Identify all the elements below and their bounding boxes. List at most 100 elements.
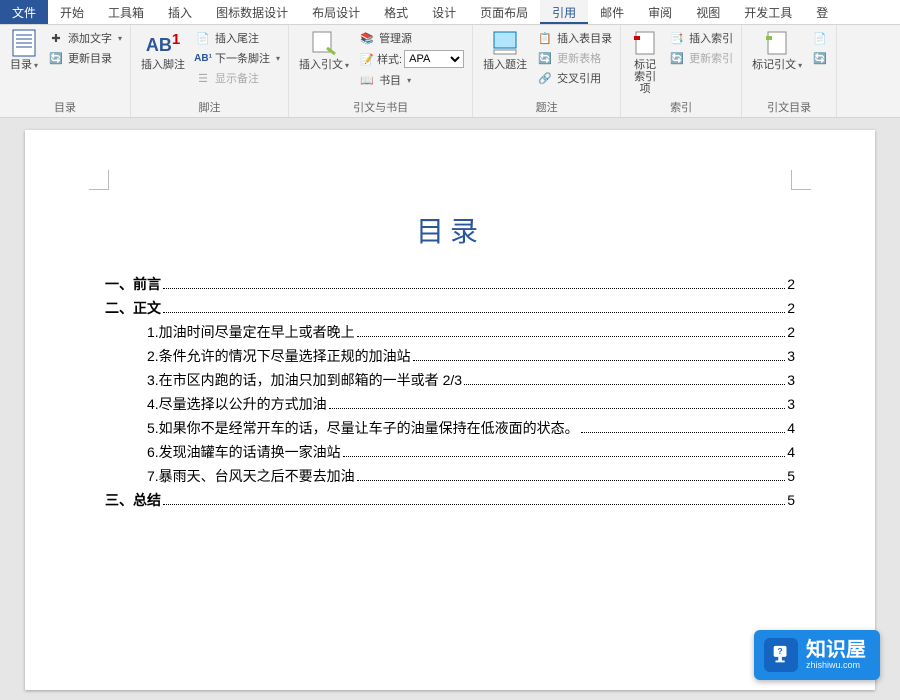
tab-pagelayout[interactable]: 页面布局 [468, 0, 540, 24]
style-icon: 📝 [359, 51, 375, 67]
toc-entry[interactable]: 7.暴雨天、台风天之后不要去加油5 [105, 466, 795, 486]
badge-icon: ? [764, 638, 798, 672]
menu-bar: 文件 开始 工具箱 插入 图标数据设计 布局设计 格式 设计 页面布局 引用 邮… [0, 0, 900, 25]
citation-style-select[interactable]: 📝样式: APA [357, 49, 466, 69]
document-title: 目录 [105, 210, 795, 250]
mark-citation-button[interactable]: 标记引文▾ [748, 27, 806, 73]
bibliography-button[interactable]: 📖书目▾ [357, 71, 466, 89]
next-footnote-button[interactable]: AB¹下一条脚注▾ [193, 49, 282, 67]
tab-layoutdesign[interactable]: 布局设计 [300, 0, 372, 24]
toc-entry-page: 2 [787, 324, 795, 340]
group-toa: 标记引文▾ 📄 🔄 引文目录 [742, 25, 837, 117]
toc-entry[interactable]: 一、前言 2 [105, 274, 795, 294]
toa-update-button[interactable]: 🔄 [810, 49, 830, 67]
watermark-badge[interactable]: ? 知识屋 zhishiwu.com [754, 630, 880, 680]
toc-entry-page: 2 [787, 300, 795, 316]
toa-insert-button[interactable]: 📄 [810, 29, 830, 47]
tab-login[interactable]: 登 [804, 0, 840, 24]
tab-design[interactable]: 设计 [420, 0, 468, 24]
toc-entry-page: 4 [787, 444, 795, 460]
tab-view[interactable]: 视图 [684, 0, 732, 24]
toc-entry-text: 3.在市区内跑的话，加油只加到邮箱的一半或者 2/3 [147, 370, 462, 390]
tab-review[interactable]: 审阅 [636, 0, 684, 24]
tab-developer[interactable]: 开发工具 [732, 0, 804, 24]
footnote-icon: AB1 [149, 29, 177, 57]
toc-entry-text: 1.加油时间尽量定在早上或者晚上 [147, 322, 355, 342]
xref-icon: 🔗 [537, 70, 553, 86]
toc-icon [10, 29, 38, 57]
insert-footnote-label: 插入脚注 [141, 59, 185, 71]
toc-entry-text: 4.尽量选择以公升的方式加油 [147, 394, 327, 414]
tab-toolbox[interactable]: 工具箱 [96, 0, 156, 24]
mark-index-button[interactable]: 标记索引项 [627, 27, 663, 97]
toc-leader-dots [464, 384, 785, 385]
document-canvas[interactable]: 目录 一、前言2二、正文21.加油时间尽量定在早上或者晚上22.条件允许的情况下… [0, 118, 900, 700]
toc-entry-page: 5 [787, 492, 795, 508]
toc-entry[interactable]: 4.尽量选择以公升的方式加油3 [105, 394, 795, 414]
group-toc-label: 目录 [6, 97, 124, 117]
tof-icon: 📋 [537, 30, 553, 46]
group-citations-label: 引文与书目 [295, 97, 466, 117]
tab-chartdesign[interactable]: 图标数据设计 [204, 0, 300, 24]
group-footnotes-label: 脚注 [137, 97, 282, 117]
style-dropdown[interactable]: APA [404, 50, 464, 68]
update-table-button[interactable]: 🔄更新表格 [535, 49, 614, 67]
toc-entry[interactable]: 5.如果你不是经常开车的话，尽量让车子的油量保持在低液面的状态。4 [105, 418, 795, 438]
update-toc-button[interactable]: 🔄更新目录 [46, 49, 124, 67]
manage-sources-button[interactable]: 📚管理源 [357, 29, 466, 47]
insert-citation-button[interactable]: 插入引文▾ [295, 27, 353, 73]
toc-entry-text: 2.条件允许的情况下尽量选择正规的加油站 [147, 346, 411, 366]
update-index-button[interactable]: 🔄更新索引 [667, 49, 735, 67]
tab-format[interactable]: 格式 [372, 0, 420, 24]
toc-leader-dots [581, 432, 786, 433]
toc-leader-dots [163, 288, 785, 289]
toc-entry-text: 7.暴雨天、台风天之后不要去加油 [147, 466, 355, 486]
tab-home[interactable]: 开始 [48, 0, 96, 24]
next-footnote-icon: AB¹ [195, 50, 211, 66]
insert-endnote-button[interactable]: 📄插入尾注 [193, 29, 282, 47]
cross-reference-button[interactable]: 🔗交叉引用 [535, 69, 614, 87]
mark-citation-icon [763, 29, 791, 57]
toc-entry-page: 3 [787, 372, 795, 388]
insert-tof-button[interactable]: 📋插入表目录 [535, 29, 614, 47]
toc-leader-dots [357, 336, 786, 337]
group-captions-label: 题注 [479, 97, 614, 117]
toc-entry[interactable]: 3.在市区内跑的话，加油只加到邮箱的一半或者 2/3 3 [105, 370, 795, 390]
endnote-icon: 📄 [195, 30, 211, 46]
tab-mailings[interactable]: 邮件 [588, 0, 636, 24]
margin-corner-tr [791, 170, 811, 190]
update-icon: 🔄 [48, 50, 64, 66]
tab-insert[interactable]: 插入 [156, 0, 204, 24]
toc-leader-dots [163, 312, 785, 313]
group-toa-label: 引文目录 [748, 97, 830, 117]
insert-caption-button[interactable]: 插入题注 [479, 27, 531, 73]
show-notes-button[interactable]: ☰显示备注 [193, 69, 282, 87]
toc-label: 目录▾ [10, 59, 38, 71]
toc-entry-page: 4 [787, 420, 795, 436]
toc-entry-page: 2 [787, 276, 795, 292]
mark-citation-label: 标记引文▾ [752, 59, 802, 71]
tab-references[interactable]: 引用 [540, 0, 588, 24]
insert-index-button[interactable]: 📑插入索引 [667, 29, 735, 47]
group-toc: 目录▾ ✚添加文字▾ 🔄更新目录 目录 [0, 25, 131, 117]
badge-subtitle: zhishiwu.com [806, 660, 866, 670]
toc-entry[interactable]: 三、总结5 [105, 490, 795, 510]
group-index-label: 索引 [627, 97, 735, 117]
toc-leader-dots [357, 480, 786, 481]
toc-entry[interactable]: 2.条件允许的情况下尽量选择正规的加油站 3 [105, 346, 795, 366]
toc-leader-dots [329, 408, 786, 409]
toc-entry-page: 3 [787, 348, 795, 364]
toc-entry[interactable]: 二、正文2 [105, 298, 795, 318]
tab-file[interactable]: 文件 [0, 0, 48, 24]
add-text-icon: ✚ [48, 30, 64, 46]
toc-entry-text: 6.发现油罐车的话请换一家油站 [147, 442, 341, 462]
insert-footnote-button[interactable]: AB1 插入脚注 [137, 27, 189, 73]
toc-leader-dots [343, 456, 786, 457]
toc-entry[interactable]: 1.加油时间尽量定在早上或者晚上 2 [105, 322, 795, 342]
margin-corner-tl [89, 170, 109, 190]
caption-icon [491, 29, 519, 57]
toc-entry-text: 一、前言 [105, 274, 161, 294]
toc-button[interactable]: 目录▾ [6, 27, 42, 73]
toc-entry[interactable]: 6.发现油罐车的话请换一家油站 4 [105, 442, 795, 462]
add-text-button[interactable]: ✚添加文字▾ [46, 29, 124, 47]
